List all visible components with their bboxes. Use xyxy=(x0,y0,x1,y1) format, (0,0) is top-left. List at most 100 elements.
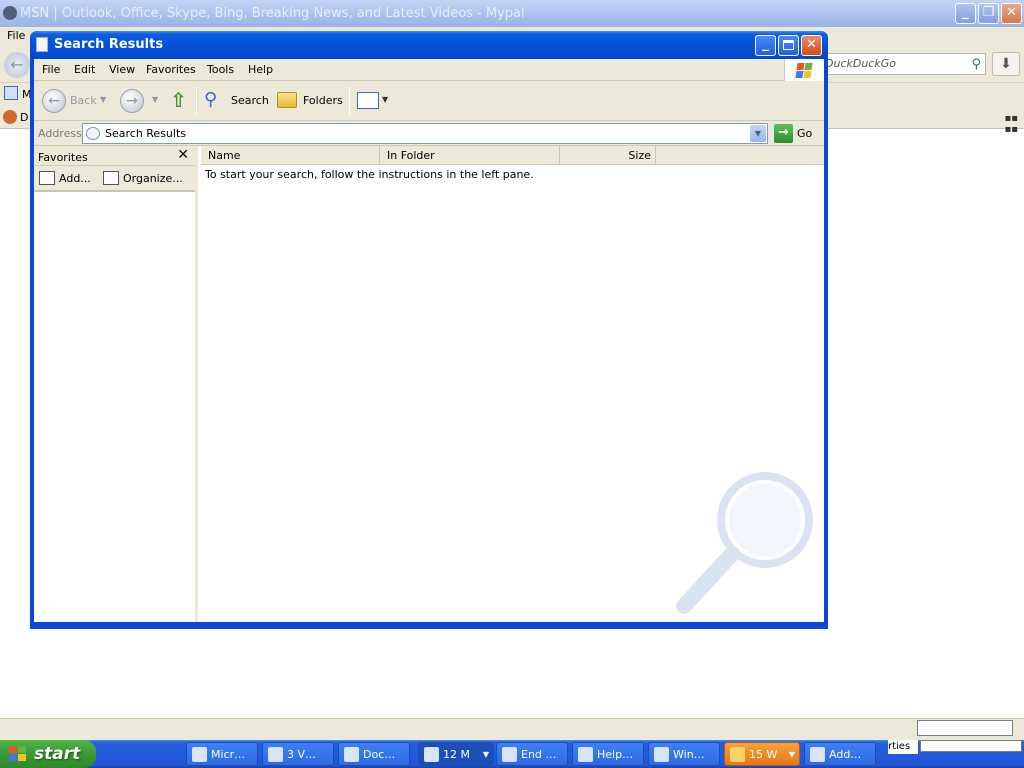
app-icon xyxy=(502,747,517,762)
background-window-title-text: MSN | Outlook, Office, Skype, Bing, Brea… xyxy=(20,6,525,21)
column-size[interactable]: Size xyxy=(560,146,656,165)
go-arrow-icon: → xyxy=(774,124,793,143)
background-statusbar xyxy=(0,718,1024,740)
maximize-button[interactable] xyxy=(778,35,799,56)
address-dropdown-icon[interactable]: ▼ xyxy=(750,125,766,142)
mypal-icon xyxy=(3,6,17,20)
organize-favorites-button[interactable]: Organize... xyxy=(103,170,183,188)
background-close-button[interactable]: ✕ xyxy=(1001,3,1022,24)
add-favorite-button[interactable]: Add... xyxy=(39,170,91,188)
views-icon[interactable] xyxy=(357,92,379,109)
column-name[interactable]: Name xyxy=(201,146,380,165)
app-icon xyxy=(654,747,669,762)
address-bar: Address Search Results ▼ → Go xyxy=(34,121,824,146)
menu-favorites[interactable]: Favorites xyxy=(146,63,196,76)
search-toolbar-icon[interactable]: ⚲ xyxy=(204,89,226,111)
search-results-icon xyxy=(36,37,48,52)
forward-arrow-icon[interactable]: → xyxy=(120,89,144,113)
tab-fragment[interactable]: D xyxy=(20,111,28,124)
background-status-field-2 xyxy=(920,740,1022,752)
go-label: Go xyxy=(797,127,813,140)
background-status-field xyxy=(917,720,1013,736)
taskbar-item[interactable]: Micr… xyxy=(186,742,258,766)
favorites-title: Favorites xyxy=(38,151,88,164)
menu-edit[interactable]: Edit xyxy=(74,63,95,76)
start-button[interactable]: start xyxy=(0,740,96,768)
toolbar-separator xyxy=(196,87,197,115)
menu-tools[interactable]: Tools xyxy=(207,63,234,76)
group-dropdown-icon: ▼ xyxy=(788,750,795,759)
go-button[interactable]: → Go xyxy=(774,124,824,143)
taskbar: start Micr… 3 V… Doc… 12 M ▼ End … Help… … xyxy=(0,740,1024,768)
ie-icon xyxy=(810,747,825,762)
menu-file[interactable]: File xyxy=(42,63,60,76)
favorites-toolbar: Add... Organize... xyxy=(34,166,195,192)
address-value: Search Results xyxy=(105,127,187,140)
background-search-input[interactable]: DuckDuckGo ⚲ xyxy=(818,53,986,75)
taskbar-item[interactable]: End … xyxy=(496,742,568,766)
close-button[interactable]: ✕ xyxy=(801,35,822,56)
views-dropdown-icon[interactable]: ▼ xyxy=(382,95,388,104)
organize-favorites-icon xyxy=(103,171,119,185)
app-icon xyxy=(424,747,439,762)
background-window-title[interactable]: MSN | Outlook, Office, Skype, Bing, Brea… xyxy=(0,0,1024,27)
address-input[interactable]: Search Results ▼ xyxy=(82,123,768,144)
column-in-folder[interactable]: In Folder xyxy=(380,146,560,165)
back-button[interactable]: Back xyxy=(70,87,97,115)
app-icon xyxy=(344,747,359,762)
menu-view[interactable]: View xyxy=(109,63,135,76)
favorites-pane: Favorites ✕ Add... Organize... xyxy=(34,146,198,622)
msn-bookmark-icon[interactable] xyxy=(4,86,18,100)
folder-icon xyxy=(730,747,745,762)
windows-logo-icon xyxy=(784,59,824,81)
menubar: File Edit View Favorites Tools Help xyxy=(34,59,824,81)
folders-button[interactable]: Folders xyxy=(303,87,343,115)
taskbar-item[interactable]: Doc… xyxy=(338,742,410,766)
taskbar-item[interactable]: 3 V… xyxy=(262,742,334,766)
taskbar-item[interactable]: Help… xyxy=(572,742,644,766)
windows-flag-icon xyxy=(9,746,27,762)
app-icon xyxy=(268,747,283,762)
search-icon[interactable]: ⚲ xyxy=(971,55,981,75)
forward-dropdown-icon[interactable]: ▼ xyxy=(152,95,158,104)
start-label: start xyxy=(34,744,81,764)
help-icon xyxy=(578,747,593,762)
window-body: Favorites ✕ Add... Organize... Name In F… xyxy=(34,146,824,622)
background-menu-file[interactable]: File xyxy=(7,29,25,42)
address-label: Address xyxy=(38,127,82,140)
back-arrow-icon[interactable]: ← xyxy=(42,89,66,113)
window-titlebar[interactable]: Search Results _ ✕ xyxy=(30,31,828,59)
download-button[interactable]: ⬇ xyxy=(992,52,1020,76)
organize-favorites-label: Organize... xyxy=(123,172,183,185)
favorites-header: Favorites ✕ xyxy=(34,146,195,166)
up-folder-icon[interactable]: ⇧ xyxy=(170,89,192,111)
standard-toolbar: ← Back ▼ → ▼ ⇧ ⚲ Search Folders ▼ xyxy=(34,81,824,121)
add-favorite-icon xyxy=(39,171,55,185)
group-dropdown-icon: ▼ xyxy=(482,750,489,759)
back-dropdown-icon[interactable]: ▼ xyxy=(100,95,106,104)
background-search-placeholder: DuckDuckGo xyxy=(825,57,896,70)
search-results-small-icon xyxy=(86,127,100,140)
background-minimize-button[interactable]: _ xyxy=(955,3,976,24)
app-icon xyxy=(192,747,207,762)
magnifier-watermark-icon xyxy=(676,472,813,614)
search-instructions-text: To start your search, follow the instruc… xyxy=(205,168,534,181)
status-fragment: rties xyxy=(888,740,918,754)
taskbar-item[interactable]: Win… xyxy=(648,742,720,766)
taskbar-group-item[interactable]: 12 M ▼ xyxy=(418,742,494,766)
toolbar-separator xyxy=(349,87,350,115)
close-favorites-icon[interactable]: ✕ xyxy=(177,147,189,163)
minimize-button[interactable]: _ xyxy=(755,35,776,56)
taskbar-item[interactable]: Add… xyxy=(804,742,876,766)
taskbar-group-item-active[interactable]: 15 W ▼ xyxy=(724,742,800,766)
tab-favicon-icon xyxy=(3,110,17,124)
add-favorite-label: Add... xyxy=(59,172,91,185)
window-title: Search Results xyxy=(54,37,164,52)
folders-icon[interactable] xyxy=(277,92,297,108)
search-button[interactable]: Search xyxy=(231,87,269,115)
background-back-button[interactable]: ← xyxy=(4,52,30,78)
grip-icon[interactable]: ▪▪ ▪▪ xyxy=(1004,113,1018,135)
menu-help[interactable]: Help xyxy=(248,63,273,76)
list-column-header: Name In Folder Size xyxy=(201,146,824,165)
background-restore-button[interactable]: ❐ xyxy=(978,3,999,24)
